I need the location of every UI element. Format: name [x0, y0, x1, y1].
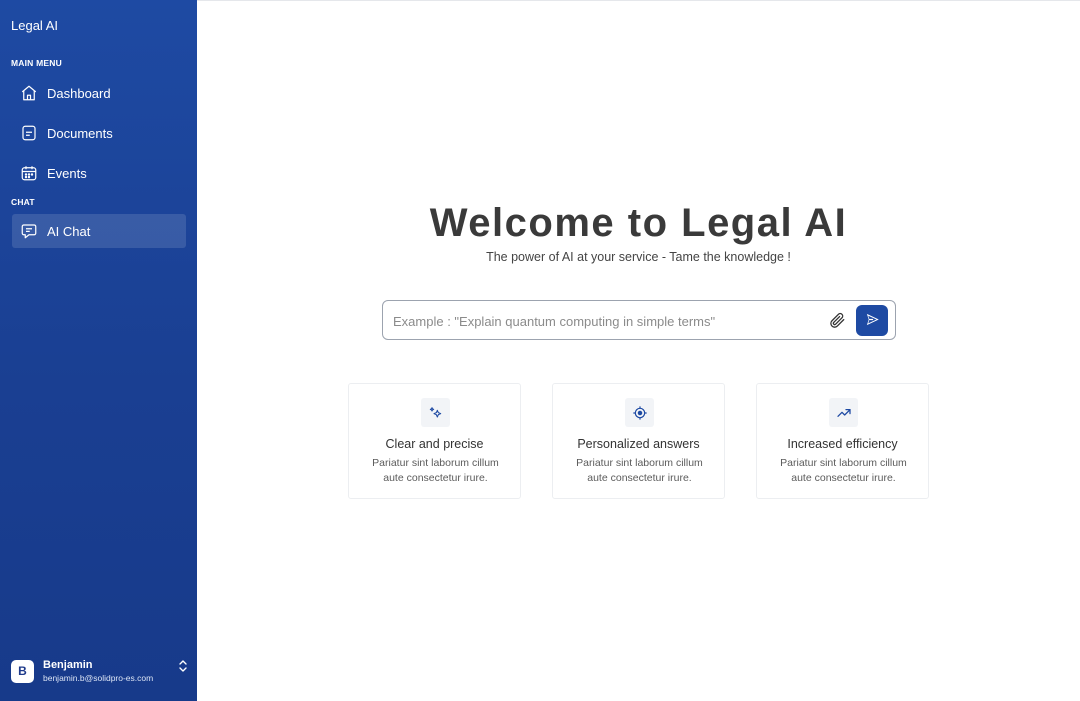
chat-icon — [20, 222, 38, 240]
sidebar-item-dashboard[interactable]: Dashboard — [12, 76, 186, 110]
user-profile[interactable]: B Benjamin benjamin.b@solidpro-es.com — [11, 654, 189, 688]
card-title: Increased efficiency — [787, 437, 898, 451]
chevron-up-down-icon[interactable] — [177, 658, 189, 674]
home-icon — [20, 84, 38, 102]
sidebar-item-label: AI Chat — [47, 223, 91, 239]
paperclip-icon[interactable] — [827, 310, 847, 330]
page-title: Welcome to Legal AI — [429, 201, 848, 245]
sidebar-item-events[interactable]: Events — [12, 156, 186, 190]
chat-section-label: CHAT — [11, 197, 35, 207]
document-icon — [20, 124, 38, 142]
feature-card-efficiency: Increased efficiency Pariatur sint labor… — [756, 383, 929, 499]
card-title: Clear and precise — [385, 437, 484, 451]
avatar: B — [11, 659, 34, 683]
main-content: Welcome to Legal AI The power of AI at y… — [197, 0, 1080, 701]
card-description: Pariatur sint laborum cillum aute consec… — [372, 457, 499, 484]
sidebar-item-label: Events — [47, 165, 87, 181]
calendar-icon — [20, 164, 38, 182]
sidebar-item-label: Documents — [47, 125, 113, 141]
main-menu-label: MAIN MENU — [11, 58, 62, 68]
card-title: Personalized answers — [577, 437, 700, 451]
sidebar-item-documents[interactable]: Documents — [12, 116, 186, 150]
chat-input-box — [382, 300, 896, 340]
sparkles-icon — [421, 398, 450, 427]
send-icon — [865, 312, 880, 330]
sidebar-item-ai-chat[interactable]: AI Chat — [12, 214, 186, 248]
sidebar-item-label: Dashboard — [47, 85, 111, 101]
sidebar: Legal AI MAIN MENU Dashboard Documents E… — [0, 0, 197, 701]
send-button[interactable] — [856, 305, 888, 336]
page-subtitle: The power of AI at your service - Tame t… — [486, 250, 791, 264]
target-icon — [625, 398, 654, 427]
trending-up-icon — [829, 398, 858, 427]
card-description: Pariatur sint laborum cillum aute consec… — [576, 457, 703, 484]
feature-card-personalized: Personalized answers Pariatur sint labor… — [552, 383, 725, 499]
brand-title: Legal AI — [11, 18, 58, 33]
user-email: benjamin.b@solidpro-es.com — [43, 673, 154, 683]
user-name: Benjamin — [43, 659, 93, 671]
feature-card-clear: Clear and precise Pariatur sint laborum … — [348, 383, 521, 499]
card-description: Pariatur sint laborum cillum aute consec… — [780, 457, 907, 484]
chat-input[interactable] — [393, 310, 813, 332]
